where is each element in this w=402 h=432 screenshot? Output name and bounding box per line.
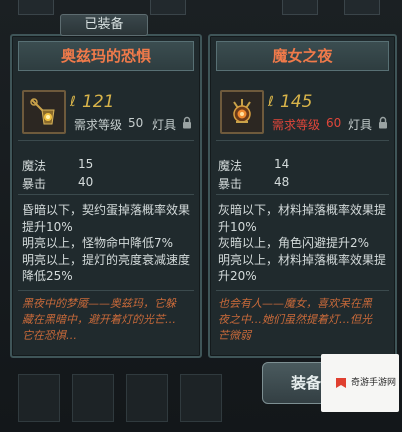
effect-line: 降低25% (22, 269, 73, 283)
equipped-item-card: 奥兹玛的恐惧 ℓ 121 需求等级 50 灯具 魔法 15 暴击 40 昏暗以下… (10, 34, 202, 358)
item-title: 魔女之夜 (216, 41, 389, 71)
watermark-text: 奇游手游网 (351, 378, 397, 388)
required-level-value: 50 (128, 116, 144, 130)
watermark-icon (336, 378, 346, 388)
inventory-slot-bottom[interactable] (180, 374, 222, 422)
stat-value: 40 (78, 175, 94, 189)
effect-line: 灰暗以下，材料掉落概率效果提 (218, 203, 387, 217)
stat-value: 14 (274, 157, 290, 171)
effect-line: 昏暗以下，契约蛋掉落概率效果 (22, 203, 191, 217)
effect-line: 灰暗以上，角色闪避提升2% (218, 236, 370, 250)
divider (18, 140, 194, 141)
required-level-label: 需求等级 (272, 118, 321, 132)
lamp-value: 121 (82, 92, 115, 112)
flavor-line: 夜之中…她们虽然提着灯…但光 (218, 313, 372, 326)
slot-type-label: 灯具 (152, 118, 177, 132)
divider (216, 290, 389, 291)
required-level-value: 60 (326, 116, 342, 130)
stat-name: 暴击 (218, 177, 243, 191)
effect-line: 明亮以上，材料掉落概率效果提 (218, 252, 387, 267)
slot-type-label: 灯具 (348, 118, 373, 132)
effect-line: 明亮以上，提灯的亮度衰减速度 (22, 252, 191, 267)
divider (18, 194, 194, 195)
stat-name: 魔法 (218, 159, 243, 173)
inventory-slot-top[interactable] (18, 0, 54, 15)
lock-icon[interactable] (182, 116, 192, 129)
effect-line: 升10% (218, 219, 257, 234)
inventory-slot-bottom[interactable] (72, 374, 114, 422)
flavor-text: 也会有人——魔女，喜欢呆在黑 夜之中…她们虽然提着灯…但光 芒微弱 (218, 296, 372, 344)
flavor-text: 黑夜中的梦魇——奥兹玛，它躲 藏在黑暗中，避开着灯的光芒… 它在恐惧… (22, 296, 176, 344)
stat-name: 暴击 (22, 177, 47, 191)
watermark-logo: 奇游手游网 (321, 354, 399, 412)
effect-line: 提升10% (22, 219, 73, 234)
inventory-slot-bottom[interactable] (18, 374, 60, 422)
flavor-line: 藏在黑暗中，避开着灯的光芒… (22, 313, 176, 326)
equipped-banner: 已装备 (60, 14, 148, 36)
stat-value: 15 (78, 157, 94, 171)
required-level-label: 需求等级 (74, 118, 123, 132)
effect-line: 升20% (218, 269, 257, 283)
lamp-item-icon (22, 90, 66, 134)
divider (216, 140, 389, 141)
flavor-line: 它在恐惧… (22, 329, 77, 342)
inventory-slot-top[interactable] (150, 0, 186, 15)
flavor-line: 黑夜中的梦魇——奥兹玛，它躲 (22, 297, 176, 310)
lamp-stat-icon: ℓ (70, 94, 76, 110)
inventory-slot-bottom[interactable] (126, 374, 168, 422)
candidate-item-card: 魔女之夜 ℓ 145 需求等级 60 灯具 魔法 14 暴击 48 灰暗以下，材… (208, 34, 397, 358)
inventory-slot-top[interactable] (344, 0, 380, 15)
stat-value: 48 (274, 175, 290, 189)
effect-list: 灰暗以下，材料掉落概率效果提 升10% 灰暗以上，角色闪避提升2% 明亮以上，材… (218, 202, 386, 285)
divider (216, 194, 389, 195)
flavor-line: 芒微弱 (218, 329, 251, 342)
divider (18, 290, 194, 291)
stat-name: 魔法 (22, 159, 47, 173)
item-title: 奥兹玛的恐惧 (18, 41, 194, 71)
inventory-slot-top[interactable] (282, 0, 318, 15)
lamp-value: 145 (280, 92, 313, 112)
lamp-item-icon (220, 90, 264, 134)
effect-line: 明亮以上，怪物命中降低7% (22, 236, 174, 250)
flavor-line: 也会有人——魔女，喜欢呆在黑 (218, 297, 372, 310)
effect-list: 昏暗以下，契约蛋掉落概率效果 提升10% 明亮以上，怪物命中降低7% 明亮以上，… (22, 202, 190, 285)
lock-icon[interactable] (378, 116, 388, 129)
lamp-stat-icon: ℓ (268, 94, 274, 110)
